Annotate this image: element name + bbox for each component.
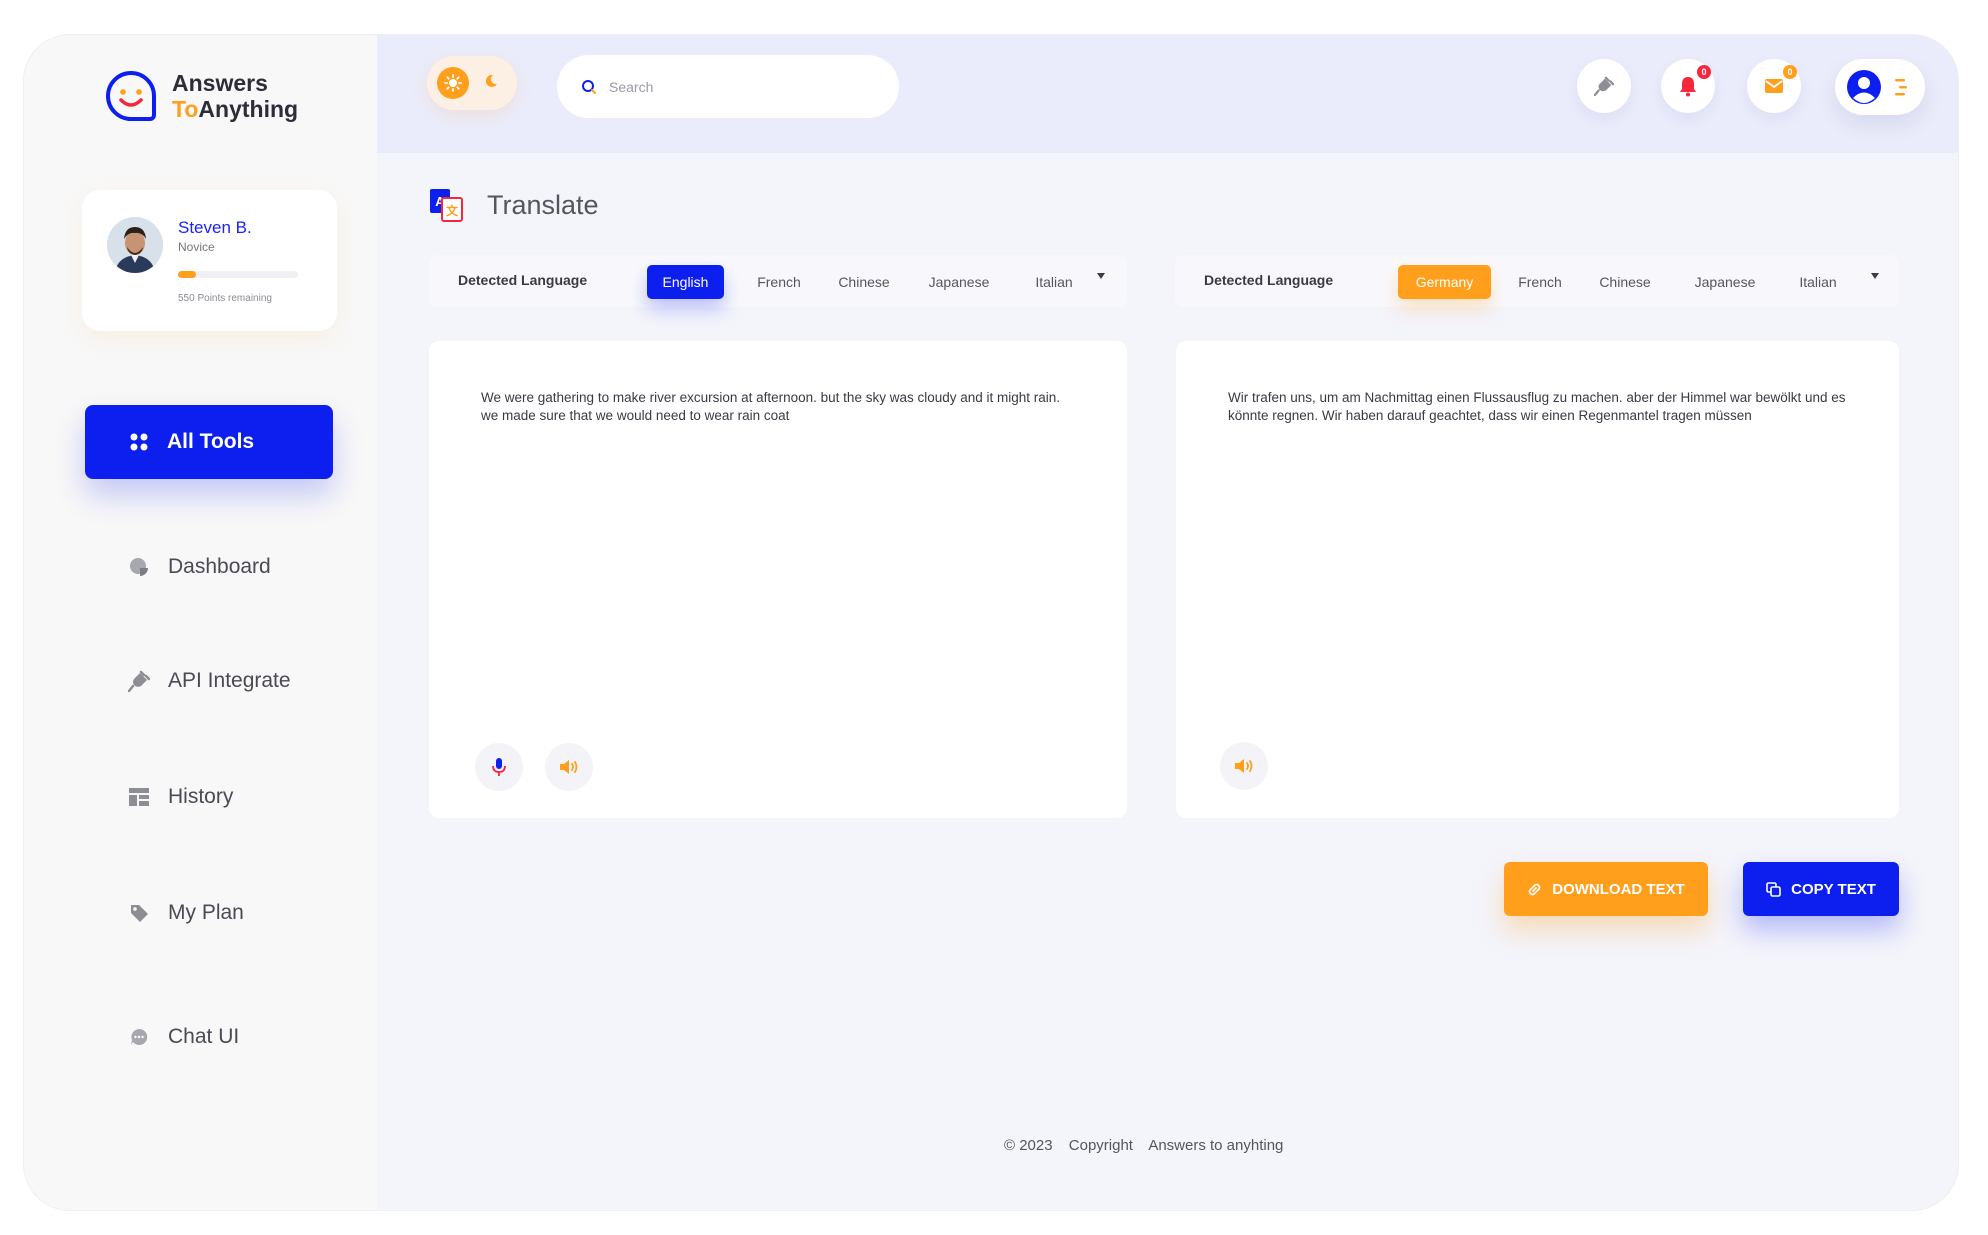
pie-chart-icon [128, 556, 150, 578]
footer-owner[interactable]: Answers to anyhting [1148, 1137, 1283, 1154]
brand-name-line2: ToAnything [172, 96, 299, 122]
mail-icon [1765, 79, 1783, 93]
source-detected-language[interactable]: Detected Language [458, 272, 587, 288]
source-language-dropdown-icon[interactable] [1097, 273, 1105, 279]
target-lang-chinese[interactable]: Chinese [1585, 265, 1665, 299]
avatar [107, 217, 163, 273]
search-bar [557, 55, 899, 118]
source-text-panel [429, 341, 1127, 818]
brand-logo[interactable]: Answers ToAnything [104, 69, 298, 123]
speaker-icon [560, 760, 578, 774]
plug-icon [1594, 76, 1614, 96]
page-title: Translate [487, 189, 599, 220]
sidebar-item-chat-ui[interactable]: Chat UI [128, 1025, 239, 1049]
bell-icon [1680, 77, 1696, 97]
target-language-bar: Detected Language Germany French Chinese… [1175, 255, 1899, 307]
top-bar: 0 0 [377, 35, 1958, 153]
messages-button[interactable]: 0 [1747, 59, 1801, 113]
footer-copyright: Copyright [1068, 1137, 1133, 1154]
source-lang-chinese[interactable]: Chinese [829, 265, 899, 299]
target-text-panel: Wir trafen uns, um am Nachmittag einen F… [1176, 341, 1899, 818]
target-lang-italian[interactable]: Italian [1778, 265, 1858, 299]
source-language-bar: Detected Language English French Chinese… [429, 255, 1127, 307]
sidebar-item-label: Chat UI [168, 1025, 240, 1048]
sun-icon [437, 67, 469, 99]
target-lang-germany[interactable]: Germany [1398, 265, 1491, 299]
points-progress-fill [178, 271, 196, 278]
source-speak-button[interactable] [545, 743, 593, 791]
svg-text:文: 文 [446, 203, 459, 218]
integrations-button[interactable] [1577, 59, 1631, 113]
user-avatar-icon [1847, 70, 1881, 104]
sidebar-item-dashboard[interactable]: Dashboard [128, 555, 271, 579]
plug-icon [128, 670, 150, 692]
footer: © 2023 Copyright Answers to anyhting [1004, 1137, 1295, 1154]
page-title-row: A 文 Translate [429, 188, 599, 222]
link-icon [1528, 883, 1541, 895]
notifications-badge: 0 [1697, 65, 1711, 79]
brand-name-line1: Answers [172, 70, 268, 96]
profile-name: Steven B. [178, 218, 252, 237]
sidebar-item-label: My Plan [168, 901, 244, 924]
user-portrait-icon [107, 217, 163, 273]
points-progress-bar [178, 271, 298, 278]
menu-icon [1895, 79, 1907, 96]
sidebar-item-api-integrate[interactable]: API Integrate [128, 669, 291, 693]
download-text-label: DOWNLOAD TEXT [1552, 880, 1685, 898]
sidebar-item-history[interactable]: History [128, 785, 233, 809]
download-text-button[interactable]: DOWNLOAD TEXT [1504, 862, 1708, 916]
source-lang-japanese[interactable]: Japanese [919, 265, 999, 299]
profile-role: Novice [178, 240, 215, 254]
microphone-icon [492, 758, 506, 776]
microphone-button[interactable] [475, 743, 523, 791]
target-language-dropdown-icon[interactable] [1871, 273, 1879, 279]
target-speak-button[interactable] [1220, 742, 1268, 790]
chat-bubble-icon [128, 1026, 150, 1048]
grid-icon [130, 433, 148, 451]
translate-icon: A 文 [430, 189, 463, 222]
sidebar-item-all-tools[interactable]: All Tools [85, 405, 333, 479]
sidebar-item-label: API Integrate [168, 669, 291, 692]
sidebar: Answers ToAnything Steven B. Novice 550 … [24, 35, 377, 1210]
sidebar-item-label: All Tools [167, 430, 255, 453]
copy-icon [1766, 881, 1781, 897]
profile-card[interactable]: Steven B. Novice 550 Points remaining [82, 190, 337, 331]
sidebar-item-label: History [168, 785, 234, 808]
source-lang-italian[interactable]: Italian [1019, 265, 1089, 299]
source-lang-french[interactable]: French [749, 265, 809, 299]
tag-icon [128, 902, 150, 924]
layout-icon [128, 786, 150, 808]
points-remaining: 550 Points remaining [178, 293, 272, 304]
speaker-icon [1235, 759, 1253, 773]
smiley-chat-icon [106, 70, 156, 121]
app-frame: Answers ToAnything Steven B. Novice 550 … [24, 35, 1958, 1210]
user-menu-button[interactable] [1835, 59, 1925, 115]
messages-badge: 0 [1783, 65, 1797, 79]
moon-icon[interactable] [483, 73, 499, 94]
search-icon [582, 79, 596, 94]
notifications-button[interactable]: 0 [1661, 59, 1715, 113]
target-detected-language[interactable]: Detected Language [1204, 272, 1333, 288]
theme-toggle[interactable] [427, 56, 517, 110]
search-input[interactable] [609, 78, 869, 95]
footer-year: © 2023 [1004, 1137, 1053, 1154]
target-lang-japanese[interactable]: Japanese [1680, 265, 1770, 299]
copy-text-label: COPY TEXT [1791, 880, 1876, 898]
source-lang-english[interactable]: English [647, 265, 724, 299]
source-text-input[interactable] [481, 389, 1081, 461]
translated-text: Wir trafen uns, um am Nachmittag einen F… [1228, 390, 1846, 423]
target-lang-french[interactable]: French [1505, 265, 1575, 299]
copy-text-button[interactable]: COPY TEXT [1743, 862, 1899, 916]
sidebar-item-label: Dashboard [168, 555, 271, 578]
sidebar-item-my-plan[interactable]: My Plan [128, 901, 244, 925]
